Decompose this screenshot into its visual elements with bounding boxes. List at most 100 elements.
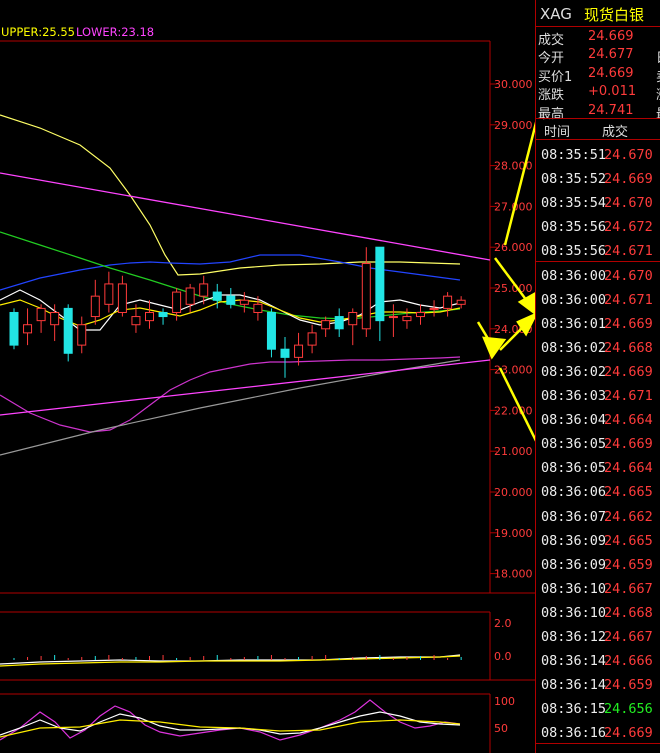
tick-time: 08:36:03: [541, 388, 607, 404]
candle-body: [23, 324, 33, 334]
quote-extra: 日: [656, 47, 660, 66]
tick-price: 24.667: [604, 629, 653, 645]
mid-line-blue: [0, 254, 461, 291]
candle-body: [145, 311, 154, 322]
quote-extra: 卖: [656, 66, 660, 85]
candle-body: [185, 287, 195, 305]
quote-row: 涨跌 +0.011 涨: [536, 83, 660, 104]
tick-price: 24.671: [604, 388, 653, 404]
tick-header-time: 时间: [544, 125, 571, 140]
tick-row: 08:36:04 24.664: [536, 409, 660, 433]
tick-price: 24.669: [604, 363, 653, 380]
price-axis-label: 18.000: [494, 568, 533, 581]
candle-body: [307, 332, 317, 346]
tick-row: 08:36:10 24.668: [536, 602, 660, 626]
tick-row: 08:36:14 24.666: [536, 650, 660, 674]
price-axis-label: 30.000: [494, 78, 533, 91]
candle-body: [104, 283, 114, 305]
price-axis-label: 20.000: [494, 486, 533, 499]
tick-time: 08:35:56: [541, 219, 607, 236]
tick-time: 08:36:04: [541, 412, 607, 429]
indicator-lines: [0, 114, 491, 456]
tick-time: 08:36:14: [541, 677, 607, 694]
candle-body: [36, 307, 46, 322]
tick-price: 24.669: [604, 725, 653, 742]
candle-body: [443, 295, 453, 309]
tick-row: 08:36:12 24.667: [536, 626, 660, 650]
tick-time: 08:36:12: [541, 629, 607, 645]
candle-body: [361, 263, 371, 330]
price-axis-label: 19.000: [494, 527, 533, 540]
candle-body: [388, 316, 398, 319]
tick-price: 24.664: [604, 460, 653, 477]
tick-row: 08:36:15 24.656: [536, 698, 660, 722]
candle-body: [239, 299, 249, 305]
tick-price: 24.669: [604, 315, 653, 332]
quote-label: 涨跌: [538, 88, 565, 104]
tick-price: 24.659: [604, 677, 653, 694]
candle-body: [266, 311, 276, 350]
tick-row: 08:36:10 24.667: [536, 578, 660, 602]
candle-body: [375, 246, 385, 322]
tick-row: 08:36:00 24.671: [536, 289, 660, 313]
tick-price: 24.665: [604, 484, 653, 501]
tick-time: 08:35:54: [541, 195, 607, 212]
quote-value: 24.669: [588, 65, 634, 81]
tick-price: 24.659: [604, 556, 653, 573]
candle-body: [172, 291, 182, 313]
kline-chart[interactable]: UPPER:25.55 LOWER:23.18 30.00029.00028.0…: [0, 0, 535, 753]
tick-price: 24.670: [604, 147, 653, 163]
lower-legend: LOWER:23.18: [76, 25, 154, 39]
quote-value: 24.669: [588, 29, 634, 44]
instrument-name: 现货白银: [584, 6, 645, 24]
tick-time: 08:36:00: [541, 267, 607, 284]
sub-axis: 2.0 0.0 100 50: [494, 617, 515, 735]
candle-body: [456, 299, 466, 305]
tick-row: 08:35:54 24.670: [536, 192, 660, 216]
tick-time: 08:35:51: [541, 147, 607, 163]
instrument-header: XAG 现货白银: [536, 0, 660, 27]
candle-body: [334, 316, 344, 330]
tick-time: 08:36:10: [541, 580, 607, 597]
tick-price: 24.670: [604, 195, 653, 212]
support-trend-line: [0, 359, 491, 416]
quote-label: 买价1: [538, 69, 573, 85]
quote-row: 今开 24.677 日: [536, 46, 660, 66]
candle-body: [77, 324, 87, 346]
candle-body: [253, 303, 263, 313]
quote-row: 成交 24.669: [536, 28, 660, 48]
tick-row: 08:35:52 24.669: [536, 168, 660, 192]
tick-row: 08:36:09 24.665: [536, 530, 660, 554]
candle-body: [294, 344, 304, 358]
price-axis-label: 22.000: [494, 404, 533, 417]
tick-table-header: 时间 成交: [536, 118, 660, 140]
price-axis-label: 26.000: [494, 241, 533, 254]
candle-body: [429, 307, 439, 310]
candle-body: [63, 307, 73, 354]
tick-time: 08:35:52: [541, 171, 607, 188]
candle-body: [212, 291, 222, 301]
quote-panel: XAG 现货白银 成交 24.669 今开 24.677 日买价1 24.669 卖涨跌 +0…: [535, 0, 660, 753]
candle-body: [131, 316, 141, 326]
sub2-lines: [0, 699, 461, 741]
tick-time: 08:36:06: [541, 484, 607, 501]
tick-price: 24.668: [604, 604, 653, 621]
tick-row: 08:36:06 24.665: [536, 481, 660, 505]
tick-time: 08:36:02: [541, 339, 607, 356]
tick-price: 24.656: [604, 701, 653, 718]
lower-band-line: [0, 356, 461, 433]
tick-time: 08:35:56: [541, 243, 607, 260]
tick-row: 08:36:05 24.664: [536, 457, 660, 481]
tick-time: 08:36:09: [541, 556, 607, 573]
tick-price: 24.662: [604, 508, 653, 525]
tick-time: 08:36:14: [541, 653, 607, 670]
candle-body: [402, 316, 412, 322]
candle-body: [416, 311, 425, 318]
annotation-arrows: [476, 121, 535, 442]
upper-band-line: [0, 114, 461, 276]
tick-time: 08:36:02: [541, 363, 607, 380]
tick-time: 08:36:01: [541, 315, 607, 332]
candle-body: [158, 311, 168, 318]
tick-price: 24.669: [604, 171, 653, 188]
tick-row: 08:35:56 24.672: [536, 216, 660, 240]
